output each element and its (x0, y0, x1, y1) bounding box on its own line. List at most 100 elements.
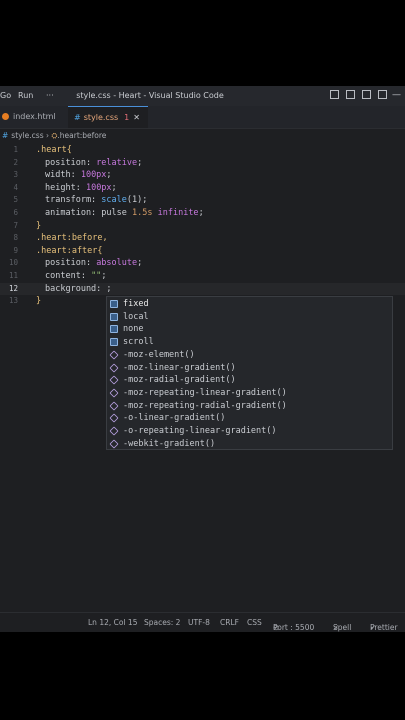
suggestion-label: -webkit-gradient() (123, 438, 216, 449)
suggestion-label: none (123, 324, 144, 335)
line-number: 6 (13, 208, 18, 217)
brace: { (66, 145, 72, 155)
semicolon: ; (137, 258, 143, 269)
property: content: (45, 271, 92, 281)
suggestion-item[interactable]: -moz-repeating-linear-gradient() (107, 387, 392, 400)
value: absolute (96, 258, 138, 269)
string: "" (91, 271, 102, 281)
value: 100px (80, 170, 107, 181)
breadcrumb-file[interactable]: style.css (11, 131, 43, 140)
tab-index-html[interactable]: index.html (0, 106, 62, 128)
breadcrumb-symbol[interactable]: .heart:before (57, 131, 106, 140)
brace: } (36, 296, 42, 307)
code-line-current[interactable]: 12 background: ; (0, 282, 405, 296)
function-icon (109, 388, 119, 398)
semicolon: ; (101, 271, 107, 281)
property: width: (45, 170, 81, 181)
brace: { (97, 245, 103, 256)
suggestion-item[interactable]: -moz-element() (107, 349, 392, 362)
line-number: 3 (13, 170, 18, 180)
css-file-icon: # (2, 131, 9, 140)
indentation[interactable]: Spaces: 2 (144, 618, 180, 627)
suggestion-item[interactable]: -webkit-gradient() (107, 438, 392, 451)
prettier-label: Prettier (370, 623, 398, 632)
suggestion-item[interactable]: fixed (107, 298, 392, 311)
code-line: 7} (0, 220, 405, 233)
suggestion-item[interactable]: none (107, 323, 392, 336)
value-icon (110, 338, 118, 347)
code-line: 1 .heart{ (0, 144, 405, 157)
line-ending[interactable]: CRLF (220, 618, 239, 627)
duration: 1.5s (132, 208, 158, 218)
window-title: style.css - Heart - Visual Studio Code (76, 91, 224, 100)
css-file-icon: # (74, 113, 81, 122)
suggestion-item[interactable]: -o-linear-gradient() (107, 412, 392, 425)
minimize-icon[interactable]: — (392, 90, 401, 100)
suggestion-item[interactable]: -o-repeating-linear-gradient() (107, 425, 392, 438)
line-number: 9 (13, 245, 18, 255)
vscode-window: Go Run ··· style.css - Heart - Visual St… (0, 86, 405, 632)
line-number: 5 (13, 195, 18, 205)
line-number: 4 (13, 182, 18, 192)
line-number: 1 (13, 145, 18, 154)
toggle-panel-icon[interactable] (346, 90, 355, 99)
encoding[interactable]: UTF-8 (188, 618, 210, 627)
function-icon (109, 362, 119, 373)
line-number: 7 (13, 220, 18, 230)
property: background: (45, 283, 107, 294)
suggestion-label: -moz-element() (123, 349, 195, 360)
suggestion-item[interactable]: -moz-repeating-radial-gradient() (107, 400, 392, 413)
breadcrumb: # style.css › ⛭.heart:before (0, 129, 106, 143)
selector: .heart:before, (36, 233, 108, 244)
line-number: 2 (13, 157, 18, 167)
animation-name: pulse (101, 208, 133, 218)
suggestion-item[interactable]: local (107, 311, 392, 324)
suggestion-label: -moz-radial-gradient() (123, 375, 236, 386)
suggestion-item[interactable]: scroll (107, 336, 392, 349)
line-number: 11 (8, 271, 18, 280)
suggestion-item[interactable]: -moz-radial-gradient() (107, 374, 392, 387)
brace: } (36, 220, 42, 231)
argument: (1); (126, 195, 148, 206)
semicolon: ; (106, 283, 112, 294)
tab-label: index.html (13, 112, 56, 121)
value: infinite (157, 208, 199, 218)
cursor-position[interactable]: Ln 12, Col 15 (88, 618, 137, 627)
line-number: 10 (8, 258, 18, 268)
title-bar: Go Run ··· style.css - Heart - Visual St… (0, 86, 405, 106)
function-icon (109, 375, 119, 385)
language-mode[interactable]: CSS (247, 618, 262, 627)
code-line: 9 .heart:after{ (0, 245, 405, 258)
suggestion-item[interactable]: -moz-linear-gradient() (107, 362, 392, 375)
layout-controls (330, 90, 387, 99)
toggle-primary-sidebar-icon[interactable] (330, 90, 339, 99)
property: position: (45, 258, 97, 269)
value: 100px (85, 182, 112, 193)
code-line: 5 transform: scale(1); (0, 194, 405, 207)
function-icon (109, 401, 119, 411)
line-number: 8 (13, 233, 18, 243)
selector: .heart:after (36, 245, 98, 256)
code-line: 10 position: absolute; (0, 257, 405, 270)
value-icon (110, 300, 118, 308)
property: position: (45, 157, 97, 168)
customize-layout-icon[interactable] (378, 90, 387, 99)
function-icon (109, 350, 119, 360)
code-line: 11 content: ""; (0, 270, 405, 283)
close-tab-icon[interactable]: ✕ (133, 113, 140, 122)
semicolon: ; (137, 157, 143, 168)
value: relative (96, 157, 138, 168)
spell-label: Spell (333, 623, 352, 632)
tab-style-css[interactable]: # style.css 1 ✕ (68, 106, 148, 128)
toggle-secondary-sidebar-icon[interactable] (362, 90, 371, 99)
property: height: (45, 182, 86, 193)
suggestion-label: -o-linear-gradient() (123, 413, 226, 424)
suggestion-label: -o-repeating-linear-gradient() (123, 426, 277, 436)
code-line: 4 height: 100px; (0, 182, 405, 195)
code-line: 6 animation: pulse 1.5s infinite; (0, 207, 405, 220)
suggestion-label: local (123, 311, 149, 322)
html-file-icon (2, 113, 9, 120)
port-label: Port : 5500 (273, 623, 315, 632)
code-line: 2 position: relative; (0, 157, 405, 170)
suggestion-label: -moz-repeating-radial-gradient() (123, 400, 287, 411)
